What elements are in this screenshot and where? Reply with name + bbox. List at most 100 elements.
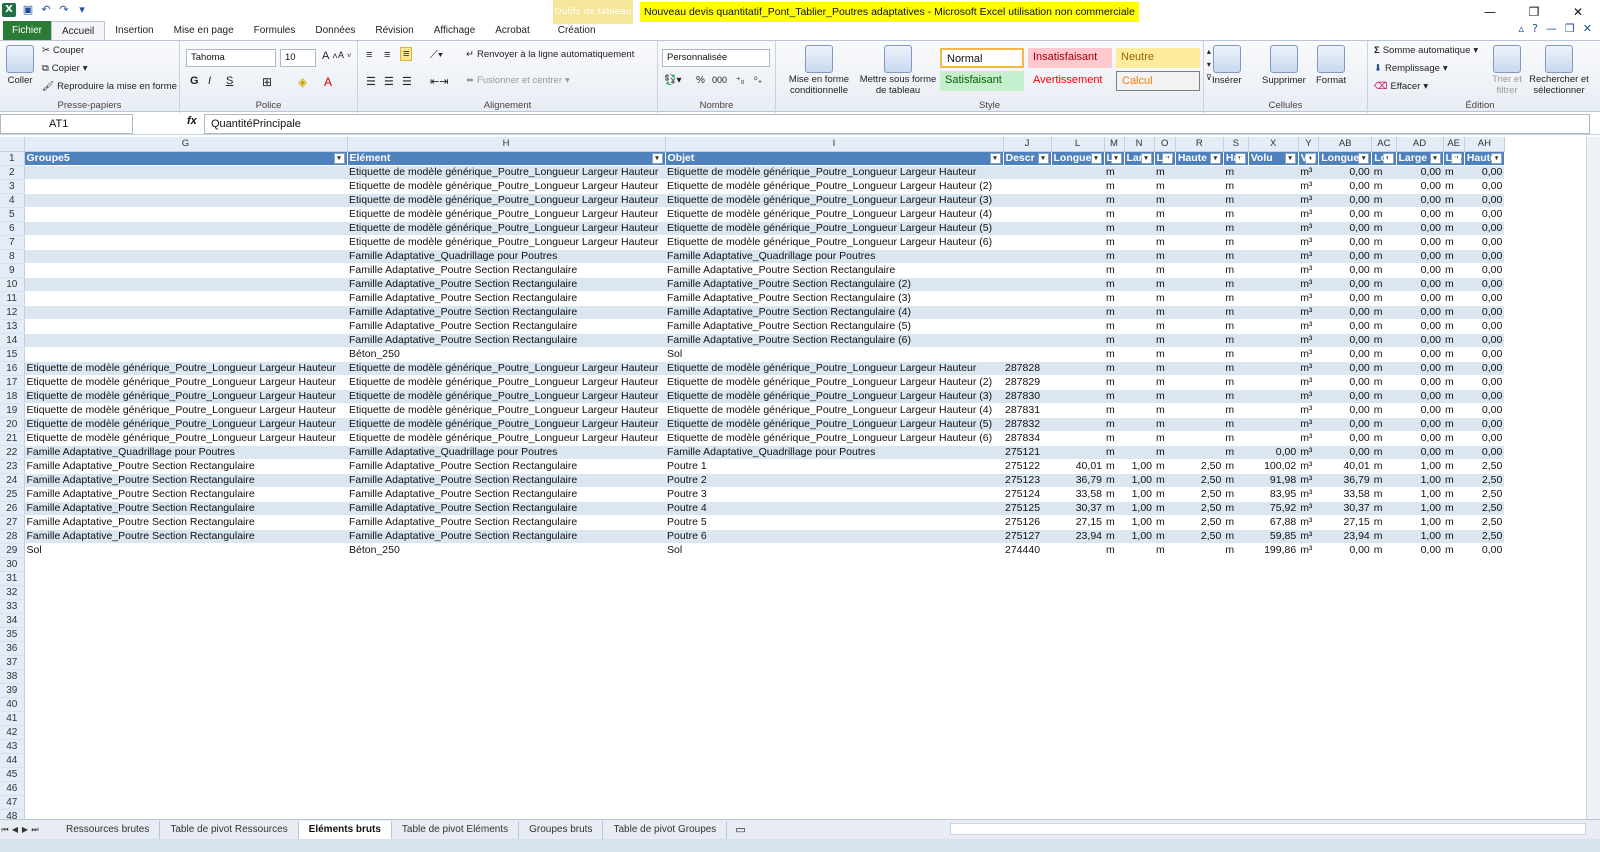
empty-cell[interactable] (24, 809, 347, 819)
row-header[interactable]: 24 (0, 473, 25, 488)
table-cell[interactable]: 1,00 (1396, 473, 1443, 488)
table-cell[interactable]: m (1223, 459, 1249, 474)
table-cell[interactable]: m (1104, 277, 1124, 292)
table-cell[interactable]: m (1104, 165, 1124, 180)
table-cell[interactable]: m (1223, 431, 1249, 446)
table-cell[interactable]: m (1154, 459, 1176, 474)
row-header[interactable]: 14 (0, 333, 25, 348)
empty-cell[interactable] (1464, 753, 1504, 767)
table-cell[interactable]: 59,85 (1248, 529, 1299, 544)
empty-cell[interactable] (1154, 739, 1175, 753)
empty-cell[interactable] (1396, 725, 1443, 739)
empty-cell[interactable] (1124, 669, 1154, 683)
table-cell[interactable]: m (1104, 361, 1124, 376)
table-cell[interactable]: 275123 (1003, 473, 1051, 488)
empty-cell[interactable] (1396, 571, 1443, 585)
empty-cell[interactable] (1104, 739, 1124, 753)
table-cell[interactable]: 0,00 (1318, 333, 1372, 348)
table-cell[interactable]: m (1104, 179, 1124, 194)
table-cell[interactable]: Sol (24, 543, 347, 558)
table-cell[interactable]: Famille Adaptative_Quadrillage pour Pout… (665, 249, 1003, 264)
table-cell[interactable] (1124, 277, 1154, 292)
table-cell[interactable] (1051, 277, 1104, 292)
column-header[interactable]: Y (1298, 137, 1320, 152)
empty-cell[interactable] (1003, 641, 1051, 655)
table-cell[interactable]: 40,01 (1318, 459, 1372, 474)
table-cell[interactable]: 0,00 (1396, 417, 1443, 432)
table-cell[interactable] (24, 221, 347, 236)
table-cell[interactable]: Béton_250 (347, 543, 665, 558)
empty-cell[interactable] (1175, 655, 1223, 669)
table-cell[interactable]: m (1443, 445, 1465, 460)
empty-cell[interactable] (1298, 739, 1319, 753)
empty-cell[interactable] (1003, 683, 1051, 697)
empty-cell[interactable] (665, 571, 1003, 585)
table-cell[interactable]: m (1104, 235, 1124, 250)
row-header[interactable]: 13 (0, 319, 25, 334)
empty-cell[interactable] (1175, 557, 1223, 571)
table-cell[interactable]: 0,00 (1318, 347, 1372, 362)
table-cell[interactable]: 0,00 (1318, 305, 1372, 320)
table-cell[interactable] (1051, 333, 1104, 348)
table-cell[interactable]: m (1154, 277, 1176, 292)
table-cell[interactable] (1051, 305, 1104, 320)
table-cell[interactable] (1175, 389, 1224, 404)
table-cell[interactable]: 275122 (1003, 459, 1051, 474)
table-header-cell[interactable]: ▾ Elément (347, 151, 666, 166)
table-cell[interactable] (1051, 403, 1104, 418)
table-cell[interactable]: m (1443, 291, 1465, 306)
column-header[interactable]: M (1104, 137, 1125, 152)
table-cell[interactable]: Famille Adaptative_Poutre Section Rectan… (665, 319, 1003, 334)
table-cell[interactable]: m (1371, 305, 1396, 320)
empty-cell[interactable] (1003, 669, 1051, 683)
table-cell[interactable]: 1,00 (1396, 459, 1443, 474)
table-cell[interactable]: 1,00 (1124, 473, 1154, 488)
table-cell[interactable]: m (1443, 473, 1465, 488)
minimize-ribbon-icon[interactable]: ▵ (1519, 22, 1525, 35)
table-cell[interactable]: Etiquette de modèle générique_Poutre_Lon… (347, 193, 665, 208)
empty-cell[interactable] (1443, 725, 1464, 739)
table-cell[interactable] (1175, 193, 1224, 208)
table-cell[interactable]: m (1154, 431, 1176, 446)
table-cell[interactable]: m³ (1298, 389, 1319, 404)
table-cell[interactable]: Famille Adaptative_Poutre Section Rectan… (24, 529, 347, 544)
empty-cell[interactable] (1124, 585, 1154, 599)
empty-cell[interactable] (24, 795, 347, 809)
empty-cell[interactable] (347, 571, 665, 585)
empty-cell[interactable] (1443, 753, 1464, 767)
row-header[interactable]: 38 (0, 669, 25, 684)
column-header[interactable]: H (347, 137, 666, 152)
filter-dropdown-icon[interactable]: ▾ (989, 152, 1001, 164)
empty-cell[interactable] (665, 767, 1003, 781)
empty-cell[interactable] (1372, 683, 1396, 697)
table-cell[interactable]: m (1223, 291, 1249, 306)
table-cell[interactable]: m (1371, 403, 1396, 418)
empty-cell[interactable] (24, 697, 347, 711)
table-cell[interactable] (1124, 249, 1154, 264)
empty-cell[interactable] (1051, 613, 1104, 627)
empty-cell[interactable] (24, 599, 347, 613)
table-cell[interactable]: m (1104, 445, 1124, 460)
table-cell[interactable]: Etiquette de modèle générique_Poutre_Lon… (665, 431, 1003, 446)
empty-cell[interactable] (1051, 571, 1104, 585)
empty-cell[interactable] (665, 725, 1003, 739)
empty-cell[interactable] (1223, 739, 1248, 753)
table-cell[interactable]: 287832 (1003, 417, 1051, 432)
column-header[interactable]: I (665, 137, 1004, 152)
empty-cell[interactable] (1319, 571, 1372, 585)
empty-cell[interactable] (1248, 627, 1298, 641)
empty-cell[interactable] (1003, 809, 1051, 819)
table-header-cell[interactable]: ▾ Haute (1175, 151, 1224, 166)
table-cell[interactable] (1175, 207, 1224, 222)
empty-cell[interactable] (1443, 641, 1464, 655)
empty-cell[interactable] (1223, 627, 1248, 641)
table-cell[interactable]: m (1443, 347, 1465, 362)
empty-cell[interactable] (1298, 795, 1319, 809)
table-header-cell[interactable]: ▾ Vol (1298, 151, 1320, 166)
empty-cell[interactable] (1248, 725, 1298, 739)
row-header[interactable]: 25 (0, 487, 25, 502)
table-cell[interactable] (1003, 193, 1051, 208)
align-top-icon[interactable]: ≡ (366, 49, 372, 61)
bold-button[interactable]: G (190, 75, 199, 87)
empty-cell[interactable] (1104, 767, 1124, 781)
